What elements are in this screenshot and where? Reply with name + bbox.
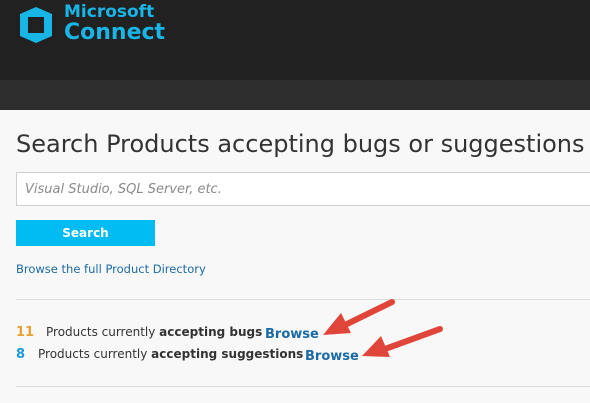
search-button[interactable]: Search	[16, 220, 155, 246]
suggestions-stat-prefix: Products currently	[38, 347, 152, 361]
browse-suggestions-link[interactable]: Browse	[305, 350, 359, 363]
suggestions-stat-text: Products currently accepting suggestions	[38, 348, 303, 360]
connect-logo-icon[interactable]	[16, 5, 56, 45]
bugs-stat-bold: accepting bugs	[159, 325, 263, 339]
site-logo[interactable]: Microsoft Connect	[64, 4, 165, 44]
suggestions-product-count: 8	[16, 347, 26, 362]
section-divider	[16, 299, 590, 300]
bugs-product-count: 11	[16, 325, 35, 340]
site-header: Microsoft Connect	[0, 0, 590, 80]
page-title: Search Products accepting bugs or sugges…	[16, 130, 585, 158]
main-content: Search Products accepting bugs or sugges…	[0, 110, 590, 403]
header-subbar	[0, 80, 590, 110]
bugs-stat-text: Products currently accepting bugs	[46, 326, 262, 338]
browse-product-directory-link[interactable]: Browse the full Product Directory	[16, 262, 206, 276]
logo-line-microsoft: Microsoft	[64, 2, 155, 22]
browse-bugs-link[interactable]: Browse	[265, 328, 319, 341]
bugs-stat-prefix: Products currently	[46, 325, 160, 339]
logo-line-connect: Connect	[64, 20, 166, 45]
suggestions-stat-bold: accepting suggestions	[151, 347, 304, 361]
bottom-divider	[16, 386, 590, 387]
product-search-input[interactable]	[16, 172, 590, 206]
